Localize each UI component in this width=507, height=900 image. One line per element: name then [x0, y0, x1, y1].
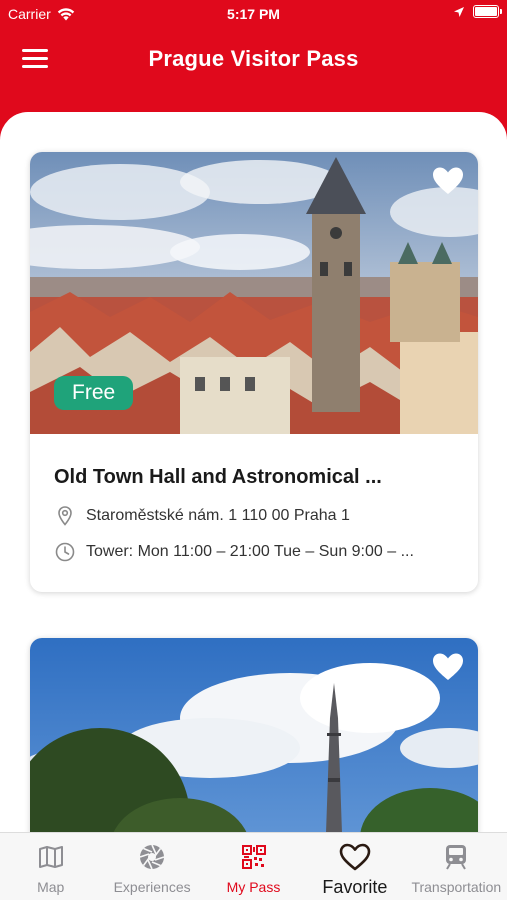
map-icon [38, 846, 63, 868]
location-pin-icon [58, 506, 72, 526]
attraction-image [30, 638, 478, 832]
clock-icon [55, 542, 75, 562]
tab-bar: Map Experiences My Pass Favorite Transpo… [0, 832, 507, 900]
tab-favorite[interactable]: Favorite [304, 833, 405, 900]
tab-label-map: Map [37, 879, 65, 895]
tab-transportation[interactable]: Transportation [406, 833, 507, 900]
nav-bar: Prague Visitor Pass [0, 28, 507, 98]
battery-icon [473, 5, 502, 18]
location-arrow-icon [454, 6, 464, 17]
price-badge: Free [54, 376, 134, 410]
address-row: Staroměstské nám. 1 110 00 Praha 1 [54, 505, 454, 527]
battery-fill [475, 7, 497, 16]
attraction-card[interactable] [30, 638, 478, 832]
tab-label-favorite: Favorite [322, 877, 388, 897]
tab-label-transportation: Transportation [411, 879, 502, 895]
page-title: Prague Visitor Pass [148, 46, 359, 71]
favorite-heart-icon[interactable] [432, 652, 464, 682]
card-body: Old Town Hall and Astronomical ... Staro… [30, 466, 478, 563]
status-right [453, 5, 502, 18]
attraction-card[interactable]: Free Old Town Hall and Astronomical ... … [30, 152, 478, 592]
hours-text: Tower: Mon 11:00 – 21:00 Tue – Sun 9:00 … [86, 543, 414, 560]
attraction-title: Old Town Hall and Astronomical ... [54, 466, 382, 488]
tab-label-my-pass: My Pass [226, 879, 281, 895]
main-content[interactable]: Free Old Town Hall and Astronomical ... … [0, 112, 507, 832]
attraction-image: Free [30, 152, 478, 434]
train-icon [446, 845, 467, 870]
qr-code-icon [241, 845, 266, 869]
tab-label-experiences: Experiences [113, 879, 191, 895]
tab-experiences[interactable]: Experiences [101, 833, 202, 900]
address-text: Staroměstské nám. 1 110 00 Praha 1 [86, 507, 350, 524]
status-bar: Carrier 5:17 PM [0, 0, 507, 28]
tab-my-pass[interactable]: My Pass [203, 833, 304, 900]
tab-map[interactable]: Map [0, 833, 101, 900]
heart-outline-icon [339, 843, 371, 871]
aperture-icon [139, 844, 165, 870]
favorite-heart-icon[interactable] [432, 166, 464, 196]
status-time: 5:17 PM [227, 6, 280, 22]
hours-row: Tower: Mon 11:00 – 21:00 Tue – Sun 9:00 … [54, 541, 454, 563]
